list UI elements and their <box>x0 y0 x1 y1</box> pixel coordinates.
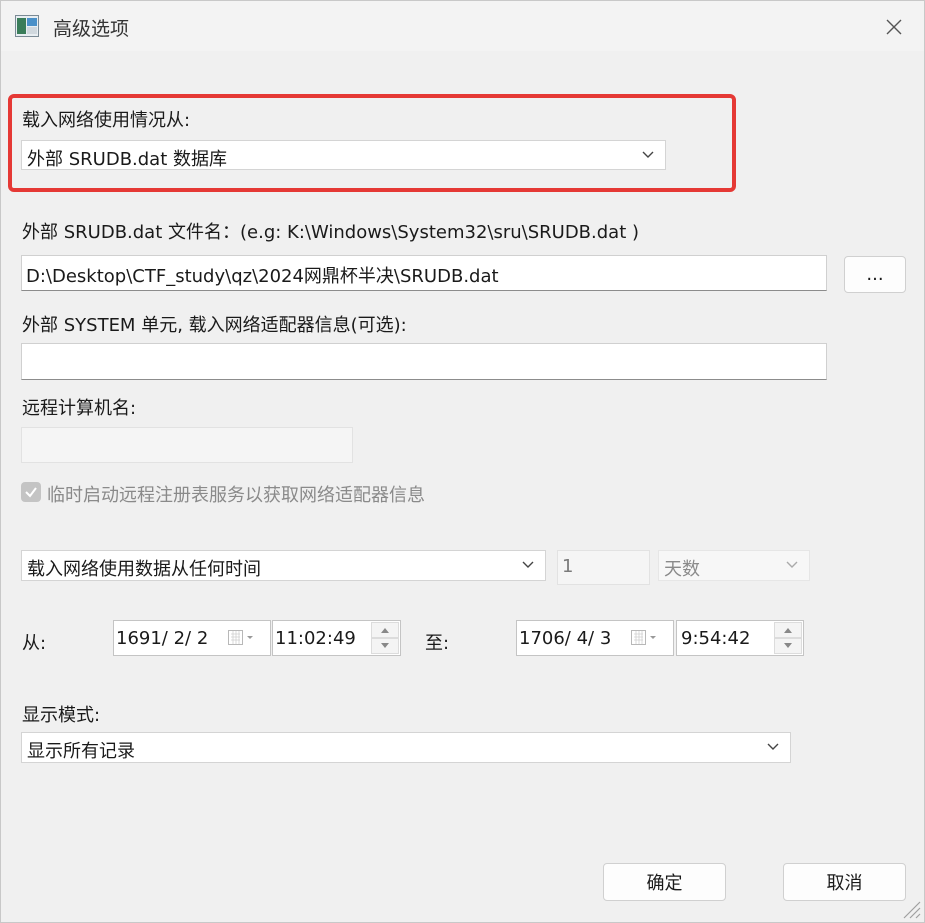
from-time-spinner[interactable] <box>371 622 399 654</box>
ok-button[interactable]: 确定 <box>603 863 726 901</box>
chevron-down-icon <box>642 151 654 158</box>
load-from-label: 载入网络使用情况从: <box>22 110 191 131</box>
system-hive-label: 外部 SYSTEM 单元, 载入网络适配器信息(可选): <box>22 315 407 336</box>
system-hive-input[interactable] <box>21 343 827 380</box>
load-from-dropdown[interactable]: 外部 SRUDB.dat 数据库 <box>21 140 666 170</box>
remote-registry-checkbox[interactable] <box>21 482 41 502</box>
to-date-value: 1706/ 4/ 3 <box>519 628 612 649</box>
from-time-input[interactable]: 11:02:49 <box>272 620 401 656</box>
srudb-path-input[interactable]: D:\Desktop\CTF_study\qz\2024网鼎杯半决\SRUDB.… <box>21 255 827 291</box>
cancel-button[interactable]: 取消 <box>783 863 906 901</box>
chevron-down-icon <box>786 561 798 568</box>
from-date-picker[interactable]: 1691/ 2/ 2 <box>113 620 271 656</box>
display-mode-label: 显示模式: <box>22 705 101 726</box>
srudb-label: 外部 SRUDB.dat 文件名：(e.g: K:\Windows\System… <box>22 222 640 243</box>
window-title: 高级选项 <box>53 18 130 40</box>
title-bar: 高级选项 <box>1 1 924 51</box>
from-time-value: 11:02:49 <box>275 628 356 649</box>
time-unit-dropdown[interactable]: 天数 <box>658 550 810 581</box>
remote-registry-label: 临时启动远程注册表服务以获取网络适配器信息 <box>47 485 425 506</box>
browse-button[interactable]: ... <box>844 256 906 293</box>
time-unit-value: 天数 <box>664 559 700 580</box>
checkmark-icon <box>25 487 37 498</box>
time-range-value: 载入网络使用数据从任何时间 <box>27 559 261 580</box>
to-time-spinner[interactable] <box>774 622 802 654</box>
close-icon <box>886 19 902 35</box>
to-date-picker[interactable]: 1706/ 4/ 3 <box>516 620 674 656</box>
resize-grip-icon[interactable] <box>900 898 922 920</box>
spinner-arrows-icon <box>774 622 802 654</box>
load-from-value: 外部 SRUDB.dat 数据库 <box>27 149 227 170</box>
chevron-down-icon <box>767 743 779 750</box>
close-button[interactable] <box>871 11 917 43</box>
srudb-path-value: D:\Desktop\CTF_study\qz\2024网鼎杯半决\SRUDB.… <box>26 266 499 287</box>
to-label: 至: <box>425 633 450 654</box>
calendar-icon <box>631 630 656 645</box>
time-range-dropdown[interactable]: 载入网络使用数据从任何时间 <box>21 550 546 581</box>
spinner-arrows-icon <box>371 622 399 654</box>
calendar-icon <box>228 630 253 645</box>
app-icon <box>15 15 39 37</box>
display-mode-value: 显示所有记录 <box>27 741 135 762</box>
from-date-value: 1691/ 2/ 2 <box>116 628 209 649</box>
to-time-input[interactable]: 9:54:42 <box>676 620 804 656</box>
remote-computer-label: 远程计算机名: <box>22 398 137 419</box>
display-mode-dropdown[interactable]: 显示所有记录 <box>21 732 791 763</box>
to-time-value: 9:54:42 <box>681 628 751 649</box>
time-count-input[interactable]: 1 <box>557 550 650 585</box>
from-label: 从: <box>22 633 47 654</box>
time-count-value: 1 <box>562 556 574 577</box>
remote-computer-input[interactable] <box>21 427 353 463</box>
advanced-options-dialog: 高级选项 载入网络使用情况从: 外部 SRUDB.dat 数据库 外部 SRUD… <box>0 0 925 923</box>
chevron-down-icon <box>522 561 534 568</box>
